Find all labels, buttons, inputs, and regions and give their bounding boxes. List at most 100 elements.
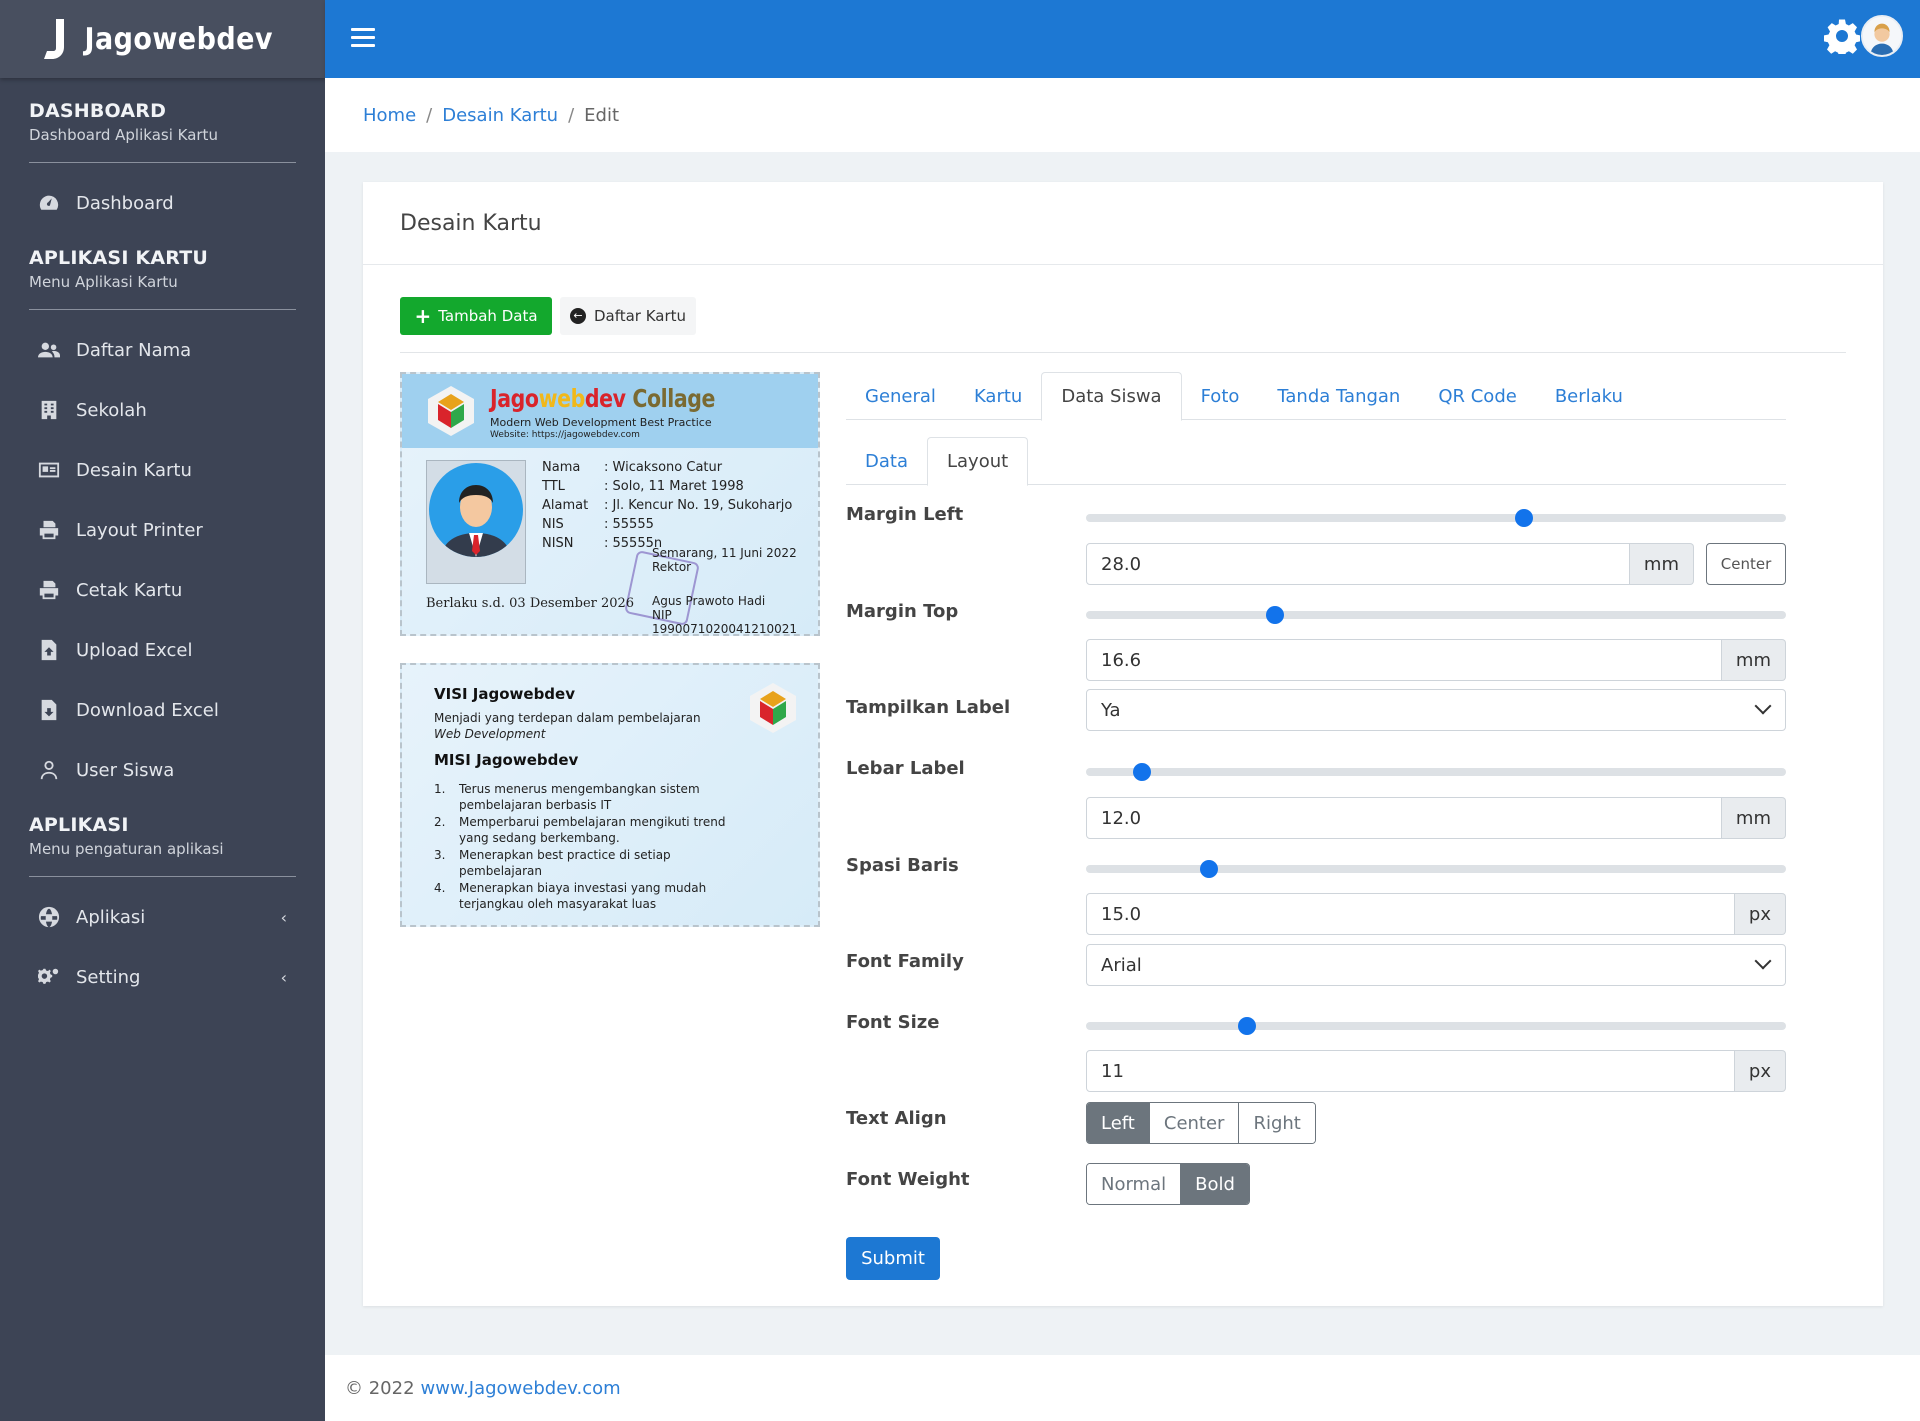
- chevron-left-icon: ‹: [280, 907, 287, 927]
- tab-general[interactable]: General: [846, 372, 955, 420]
- sidebar-menu-aplikasi-kartu: Daftar Nama Sekolah Desain Kartu Layout …: [0, 310, 325, 814]
- breadcrumb-separator: /: [426, 104, 433, 126]
- label-width-input[interactable]: 12.0: [1086, 797, 1722, 839]
- tab-data-siswa[interactable]: Data Siswa: [1041, 372, 1182, 421]
- student-avatar-icon: [441, 485, 511, 557]
- sidebar-item-layout-printer[interactable]: Layout Printer: [0, 500, 325, 560]
- card-list-button[interactable]: ← Daftar Kartu: [560, 297, 696, 335]
- id-card-back-preview: VISI Jagowebdev Menjadi yang terdepan da…: [400, 663, 820, 927]
- subtab-data[interactable]: Data: [846, 437, 927, 485]
- valid-until: Berlaku s.d. 03 Desember 2026: [426, 596, 635, 611]
- building-icon: [41, 400, 57, 420]
- line-spacing-slider[interactable]: [1086, 860, 1786, 878]
- sidebar-menu-aplikasi: Aplikasi ‹ Setting ‹: [0, 877, 325, 1021]
- tab-qr-code[interactable]: QR Code: [1419, 372, 1535, 420]
- breadcrumb-desain-kartu[interactable]: Desain Kartu: [442, 105, 558, 126]
- printer-icon: [39, 580, 59, 600]
- brand[interactable]: Jagowebdev: [0, 0, 325, 78]
- tab-berlaku[interactable]: Berlaku: [1536, 372, 1642, 420]
- slider-handle[interactable]: [1199, 860, 1218, 878]
- margin-left-slider[interactable]: [1086, 509, 1786, 527]
- font-size-input[interactable]: 11: [1086, 1050, 1735, 1092]
- align-right-button[interactable]: Right: [1239, 1103, 1315, 1143]
- sidebar-item-aplikasi[interactable]: Aplikasi ‹: [0, 887, 325, 947]
- sidebar-item-download-excel[interactable]: Download Excel: [0, 680, 325, 740]
- unit-addon: mm: [1629, 543, 1694, 585]
- sidebar-item-cetak-kartu[interactable]: Cetak Kartu: [0, 560, 325, 620]
- section-title: DASHBOARD: [29, 100, 167, 122]
- text-align-button-group: Left Center Right: [1086, 1102, 1316, 1144]
- subtabs: Data Layout: [846, 437, 1786, 486]
- breadcrumb: Home / Desain Kartu / Edit: [325, 78, 1920, 152]
- id-card-icon: [38, 462, 60, 478]
- slider-handle[interactable]: [1514, 509, 1533, 527]
- subtab-layout[interactable]: Layout: [926, 437, 1029, 486]
- breadcrumb-home[interactable]: Home: [363, 105, 416, 126]
- section-subtitle: Menu pengaturan aplikasi: [29, 840, 224, 858]
- label-width-input-group: 12.0 mm: [1086, 797, 1786, 839]
- visi-title: VISI Jagowebdev: [434, 685, 575, 703]
- sidebar-item-sekolah[interactable]: Sekolah: [0, 380, 325, 440]
- tab-kartu[interactable]: Kartu: [955, 372, 1041, 420]
- sidebar-item-label: Desain Kartu: [76, 459, 192, 481]
- margin-top-slider[interactable]: [1086, 606, 1786, 624]
- slider-handle[interactable]: [1238, 1017, 1256, 1035]
- font-size-slider[interactable]: [1086, 1017, 1786, 1035]
- info-row: Alamat: Jl. Kencur No. 19, Sukoharjo: [542, 498, 793, 513]
- add-data-button[interactable]: + Tambah Data: [400, 297, 552, 335]
- center-button[interactable]: Center: [1706, 543, 1786, 585]
- margin-top-input[interactable]: 16.6: [1086, 639, 1722, 681]
- sidebar-item-setting[interactable]: Setting ‹: [0, 947, 325, 1007]
- misi-list: 1. Terus menerus mengembangkan sistem pem…: [434, 781, 734, 913]
- label-width-slider[interactable]: [1086, 763, 1786, 781]
- section-title: APLIKASI KARTU: [29, 247, 208, 269]
- gears-icon: [38, 968, 59, 984]
- sidebar-item-user-siswa[interactable]: User Siswa: [0, 740, 325, 800]
- info-row: TTL: Solo, 11 Maret 1998: [542, 479, 744, 494]
- unit-addon: px: [1734, 893, 1786, 935]
- list-item: 1. Terus menerus mengembangkan sistem pem…: [434, 782, 700, 812]
- unit-addon: mm: [1721, 797, 1786, 839]
- align-center-button[interactable]: Center: [1149, 1103, 1240, 1143]
- info-row: NIS: 55555: [542, 517, 654, 532]
- info-row: Nama: Wicaksono Catur: [542, 460, 723, 475]
- sidebar-item-desain-kartu[interactable]: Desain Kartu: [0, 440, 325, 500]
- line-spacing-input[interactable]: 15.0: [1086, 893, 1735, 935]
- sidebar-item-label: Dashboard: [76, 192, 174, 214]
- align-left-button[interactable]: Left: [1087, 1103, 1150, 1143]
- tab-tanda-tangan[interactable]: Tanda Tangan: [1258, 372, 1419, 420]
- globe-icon: [38, 906, 60, 928]
- submit-button[interactable]: Submit: [846, 1237, 940, 1280]
- college-website: Website: https://jagowebdev.com: [490, 430, 640, 440]
- brand-name: Jagowebdev: [84, 21, 273, 57]
- line-spacing-input-group: 15.0 px: [1086, 893, 1786, 935]
- sidebar-item-label: Aplikasi: [76, 906, 146, 928]
- settings-tabs: General Kartu Data Siswa Foto Tanda Tang…: [846, 372, 1786, 421]
- show-label-select[interactable]: Ya: [1086, 689, 1786, 731]
- printer-icon: [39, 520, 59, 540]
- student-photo: [426, 460, 526, 584]
- page-title: Desain Kartu: [363, 182, 1883, 265]
- hamburger-menu-icon[interactable]: [351, 28, 375, 48]
- college-name: Jagowebdev Collage: [490, 384, 716, 413]
- weight-normal-button[interactable]: Normal: [1087, 1164, 1182, 1204]
- footer-link[interactable]: www.Jagowebdev.com: [421, 1378, 621, 1399]
- sidebar-section-aplikasi-kartu: APLIKASI KARTU Menu Aplikasi Kartu: [29, 247, 296, 310]
- label-width-label: Lebar Label: [846, 758, 965, 779]
- text-align-label: Text Align: [846, 1108, 947, 1129]
- user-avatar[interactable]: [1861, 15, 1903, 57]
- select-value: Ya: [1101, 699, 1121, 721]
- sidebar-item-daftar-nama[interactable]: Daftar Nama: [0, 320, 325, 380]
- margin-left-input[interactable]: 28.0: [1086, 543, 1630, 585]
- slider-handle[interactable]: [1266, 606, 1284, 624]
- signature-block: Semarang, 11 Juni 2022 Rektor Agus Prawo…: [652, 546, 798, 636]
- tab-foto[interactable]: Foto: [1182, 372, 1259, 420]
- font-family-select[interactable]: Arial: [1086, 944, 1786, 986]
- slider-handle[interactable]: [1133, 763, 1151, 781]
- sidebar-item-upload-excel[interactable]: Upload Excel: [0, 620, 325, 680]
- footer: © 2022 www.Jagowebdev.com: [325, 1355, 1920, 1421]
- chevron-left-icon: ‹: [280, 967, 287, 987]
- weight-bold-button[interactable]: Bold: [1181, 1164, 1249, 1204]
- settings-gear-icon[interactable]: [1824, 18, 1860, 54]
- sidebar-item-dashboard[interactable]: Dashboard: [0, 173, 325, 233]
